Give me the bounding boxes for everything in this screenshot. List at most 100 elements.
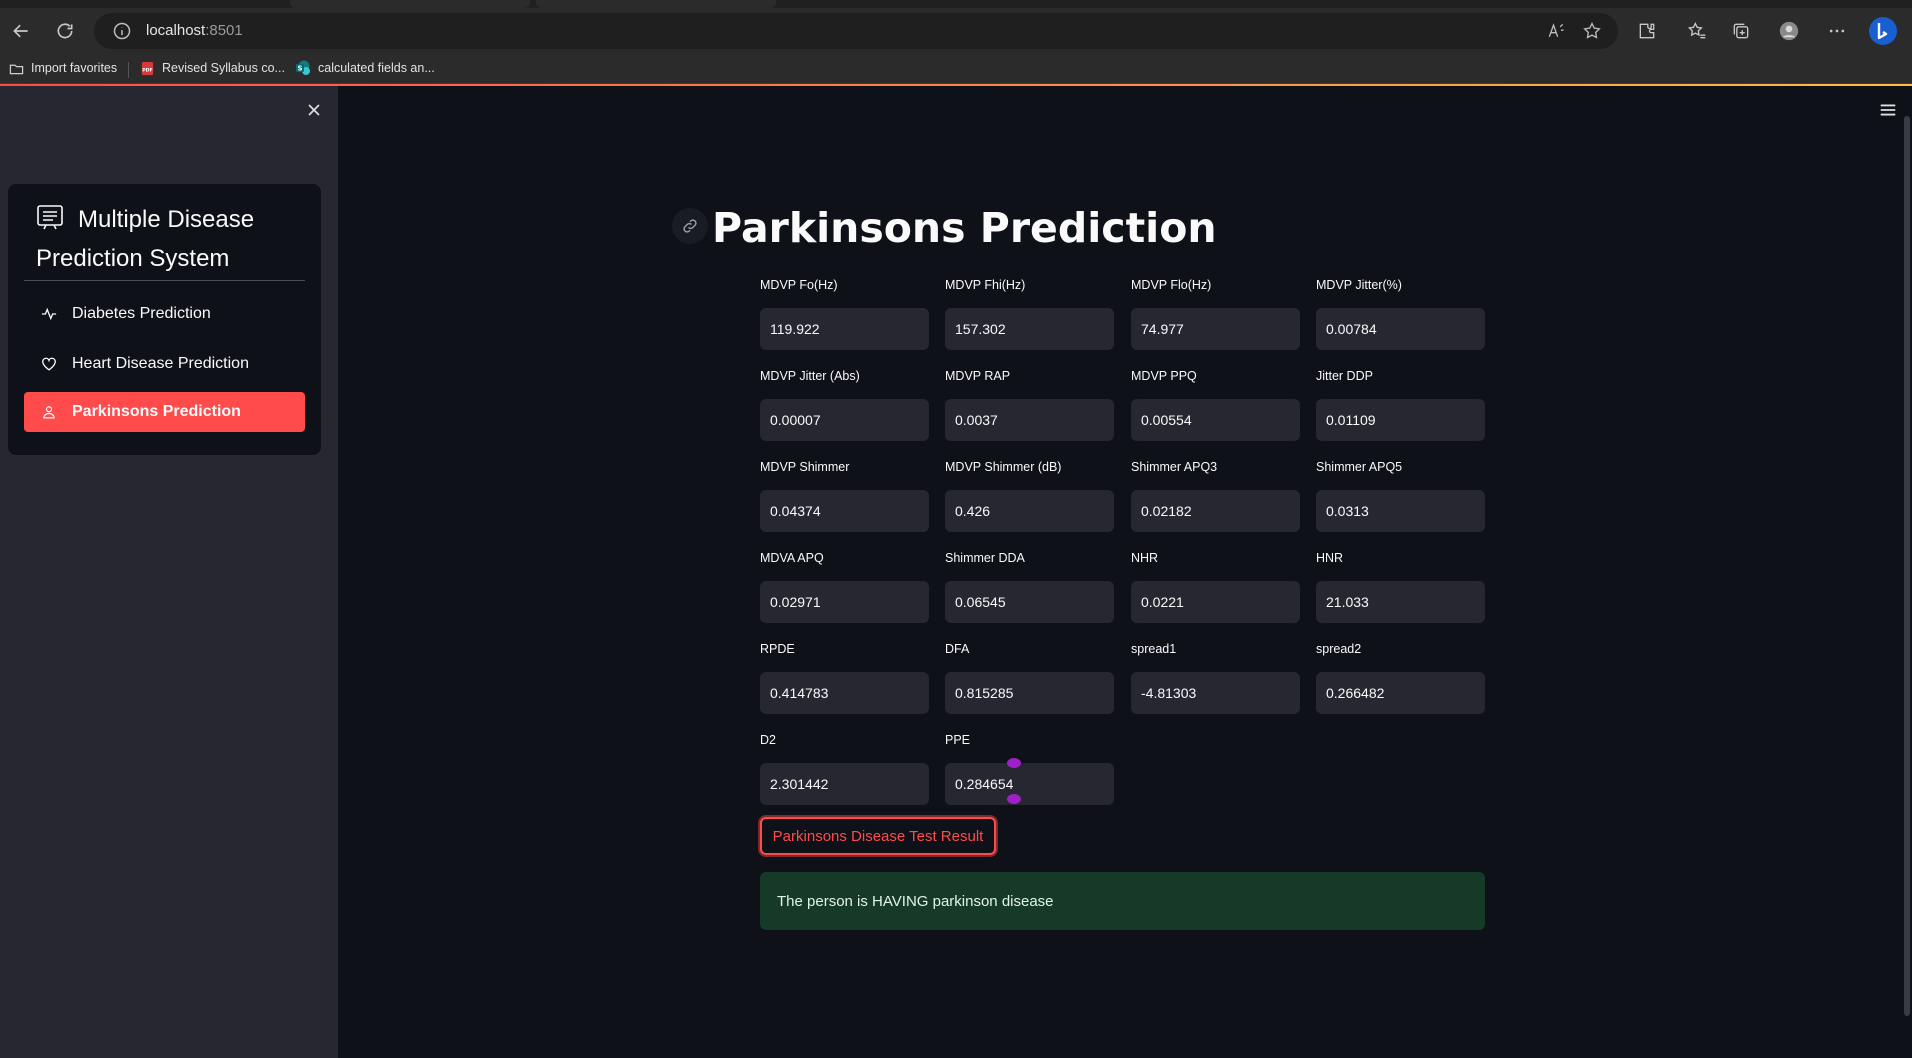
favorites-icon[interactable] <box>1684 18 1710 44</box>
text-input[interactable]: 0.06545 <box>945 581 1114 623</box>
field-mdvp-shimmer-db: MDVP Shimmer (dB) 0.426 <box>945 458 1114 532</box>
field-nhr: NHR 0.0221 <box>1131 549 1300 623</box>
text-input[interactable]: 0.0313 <box>1316 490 1485 532</box>
text-input[interactable]: 157.302 <box>945 308 1114 350</box>
text-input[interactable]: 0.426 <box>945 490 1114 532</box>
field-ppe: PPE 0.284654 <box>945 731 1114 805</box>
close-sidebar-icon[interactable] <box>302 98 326 122</box>
collections-icon[interactable] <box>1728 18 1754 44</box>
field-label: MDVP Jitter(%) <box>1316 278 1402 292</box>
field-shimmer-apq5: Shimmer APQ5 0.0313 <box>1316 458 1485 532</box>
text-input[interactable]: 0.00007 <box>760 399 929 441</box>
profile-icon[interactable] <box>1776 18 1802 44</box>
field-d2: D2 2.301442 <box>760 731 929 805</box>
text-input[interactable]: 0.01109 <box>1316 399 1485 441</box>
sharepoint-icon: S <box>295 60 311 76</box>
parkinsons-test-result-button[interactable]: Parkinsons Disease Test Result <box>760 817 996 855</box>
text-cursor-handle <box>1007 794 1021 804</box>
field-label: MDVP Shimmer (dB) <box>945 460 1062 474</box>
field-mdvp-rap: MDVP RAP 0.0037 <box>945 367 1114 441</box>
field-label: Shimmer APQ5 <box>1316 460 1403 474</box>
extensions-icon[interactable] <box>1634 18 1660 44</box>
bookmark-import-favorites[interactable]: Import favorites <box>8 60 117 76</box>
field-label: spread2 <box>1316 642 1362 656</box>
sidebar-item-heart-disease[interactable]: Heart Disease Prediction <box>24 344 305 384</box>
text-input[interactable]: 21.033 <box>1316 581 1485 623</box>
read-aloud-icon[interactable] <box>1546 21 1566 41</box>
add-favorite-icon[interactable] <box>1582 21 1602 41</box>
text-input[interactable]: 0.815285 <box>945 672 1114 714</box>
page-title-container: Parkinsons Prediction <box>672 200 1217 256</box>
text-input[interactable]: 0.0037 <box>945 399 1114 441</box>
field-jitter-ddp: Jitter DDP 0.01109 <box>1316 367 1485 441</box>
text-input[interactable]: 119.922 <box>760 308 929 350</box>
browser-toolbar: localhost:8501 <box>0 8 1912 54</box>
text-input[interactable]: 0.02182 <box>1131 490 1300 532</box>
sidebar-item-label: Heart Disease Prediction <box>72 355 249 372</box>
field-label: MDVP Flo(Hz) <box>1131 278 1212 292</box>
text-input[interactable]: -4.81303 <box>1131 672 1300 714</box>
browser-tab-strip <box>0 0 1912 8</box>
pdf-icon: PDF <box>139 60 155 76</box>
field-label: MDVP Shimmer <box>760 460 850 474</box>
text-input[interactable]: 74.977 <box>1131 308 1300 350</box>
main-menu-icon[interactable] <box>1878 100 1900 122</box>
menu-divider <box>24 280 305 281</box>
text-input[interactable]: 0.02971 <box>760 581 929 623</box>
scrollbar[interactable] <box>1904 116 1910 1016</box>
field-label: DFA <box>945 642 970 656</box>
field-mdvp-jitter-percent: MDVP Jitter(%) 0.00784 <box>1316 276 1485 350</box>
bookmark-separator <box>128 62 129 78</box>
text-input[interactable]: 0.00554 <box>1131 399 1300 441</box>
field-label: Shimmer APQ3 <box>1131 460 1218 474</box>
field-shimmer-dda: Shimmer DDA 0.06545 <box>945 549 1114 623</box>
menu-list-icon <box>36 203 64 230</box>
field-mdvp-ppq: MDVP PPQ 0.00554 <box>1131 367 1300 441</box>
back-icon[interactable] <box>8 18 34 44</box>
sidebar-item-parkinsons[interactable]: Parkinsons Prediction <box>24 392 305 432</box>
page-title: Parkinsons Prediction <box>712 204 1217 252</box>
field-label: RPDE <box>760 642 795 656</box>
field-mdvp-shimmer: MDVP Shimmer 0.04374 <box>760 458 929 532</box>
bookmark-label: Import favorites <box>31 61 118 75</box>
field-hnr: HNR 21.033 <box>1316 549 1485 623</box>
text-input[interactable]: 0.414783 <box>760 672 929 714</box>
text-input[interactable]: 0.00784 <box>1316 308 1485 350</box>
text-input[interactable]: 0.266482 <box>1316 672 1485 714</box>
field-label: MDVP PPQ <box>1131 369 1197 383</box>
field-label: spread1 <box>1131 642 1177 656</box>
text-input[interactable]: 0.04374 <box>760 490 929 532</box>
sidebar: Multiple Disease Prediction System Diabe… <box>0 86 338 1058</box>
sidebar-item-label: Parkinsons Prediction <box>72 403 241 420</box>
field-rpde: RPDE 0.414783 <box>760 640 929 714</box>
link-icon[interactable] <box>672 208 708 244</box>
address-bar[interactable]: localhost:8501 <box>94 13 1618 49</box>
option-menu: Multiple Disease Prediction System Diabe… <box>8 184 321 455</box>
text-input[interactable]: 0.0221 <box>1131 581 1300 623</box>
field-shimmer-apq3: Shimmer APQ3 0.02182 <box>1131 458 1300 532</box>
field-label: PPE <box>945 733 971 747</box>
field-label: MDVP Jitter (Abs) <box>760 369 860 383</box>
field-label: HNR <box>1316 551 1344 565</box>
import-favorites-icon <box>8 60 24 76</box>
refresh-icon[interactable] <box>52 18 78 44</box>
browser-tab[interactable] <box>290 0 530 8</box>
more-options-icon[interactable] <box>1824 18 1850 44</box>
field-label: MDVP Fo(Hz) <box>760 278 838 292</box>
bookmarks-bar: Import favorites PDF Revised Syllabus co… <box>0 54 1912 84</box>
field-mdvp-flo: MDVP Flo(Hz) 74.977 <box>1131 276 1300 350</box>
text-input[interactable]: 0.284654 <box>945 763 1114 805</box>
bing-chat-icon[interactable] <box>1868 16 1898 46</box>
result-success-alert: The person is HAVING parkinson disease <box>760 872 1485 930</box>
sidebar-item-diabetes[interactable]: Diabetes Prediction <box>24 294 305 334</box>
text-input[interactable]: 2.301442 <box>760 763 929 805</box>
url-text[interactable]: localhost:8501 <box>146 22 243 39</box>
browser-tab[interactable] <box>536 0 776 8</box>
field-label: Shimmer DDA <box>945 551 1025 565</box>
bookmark-calculated-fields[interactable]: S calculated fields an... <box>295 60 435 76</box>
field-label: NHR <box>1131 551 1159 565</box>
person-icon <box>40 403 58 421</box>
field-label: D2 <box>760 733 776 747</box>
site-info-icon[interactable] <box>112 21 132 41</box>
bookmark-revised-syllabus[interactable]: PDF Revised Syllabus co... <box>139 60 285 76</box>
